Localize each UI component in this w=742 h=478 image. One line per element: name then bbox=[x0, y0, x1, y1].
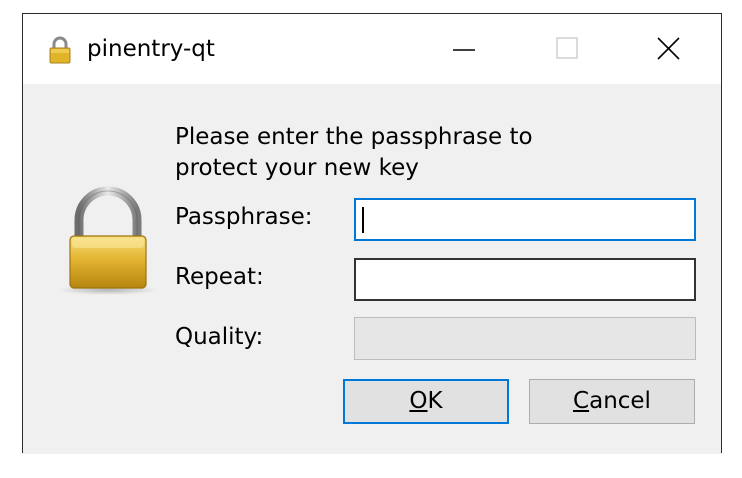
prompt-text: Please enter the passphrase to protect y… bbox=[175, 122, 675, 184]
ok-label-rest: K bbox=[427, 388, 443, 414]
prompt-line-1: Please enter the passphrase to bbox=[175, 124, 533, 150]
padlock-icon bbox=[58, 186, 158, 295]
close-button[interactable] bbox=[633, 14, 703, 84]
repeat-label: Repeat: bbox=[175, 264, 264, 290]
lock-icon bbox=[49, 36, 71, 64]
dialog-body: Please enter the passphrase to protect y… bbox=[23, 84, 721, 454]
text-caret bbox=[362, 207, 364, 233]
ok-button[interactable]: OK bbox=[343, 379, 509, 424]
window-title: pinentry-qt bbox=[87, 36, 215, 62]
quality-label: Quality: bbox=[175, 324, 264, 350]
ok-mnemonic: O bbox=[409, 388, 428, 414]
cancel-button[interactable]: Cancel bbox=[529, 379, 695, 424]
prompt-line-2: protect your new key bbox=[175, 155, 419, 181]
maximize-button bbox=[531, 14, 601, 84]
passphrase-label: Passphrase: bbox=[175, 204, 313, 230]
title-bar[interactable]: pinentry-qt bbox=[23, 14, 721, 84]
quality-progress-bar bbox=[354, 317, 696, 360]
minimize-button[interactable] bbox=[429, 14, 499, 84]
repeat-input[interactable] bbox=[354, 258, 696, 301]
pinentry-window: pinentry-qt Please enter the passphrase … bbox=[22, 13, 722, 454]
passphrase-input[interactable] bbox=[354, 198, 696, 241]
minimize-icon bbox=[453, 49, 475, 51]
cancel-mnemonic: C bbox=[573, 388, 590, 414]
close-icon bbox=[657, 37, 680, 60]
maximize-icon bbox=[556, 37, 578, 59]
cancel-label-rest: ancel bbox=[589, 388, 651, 414]
